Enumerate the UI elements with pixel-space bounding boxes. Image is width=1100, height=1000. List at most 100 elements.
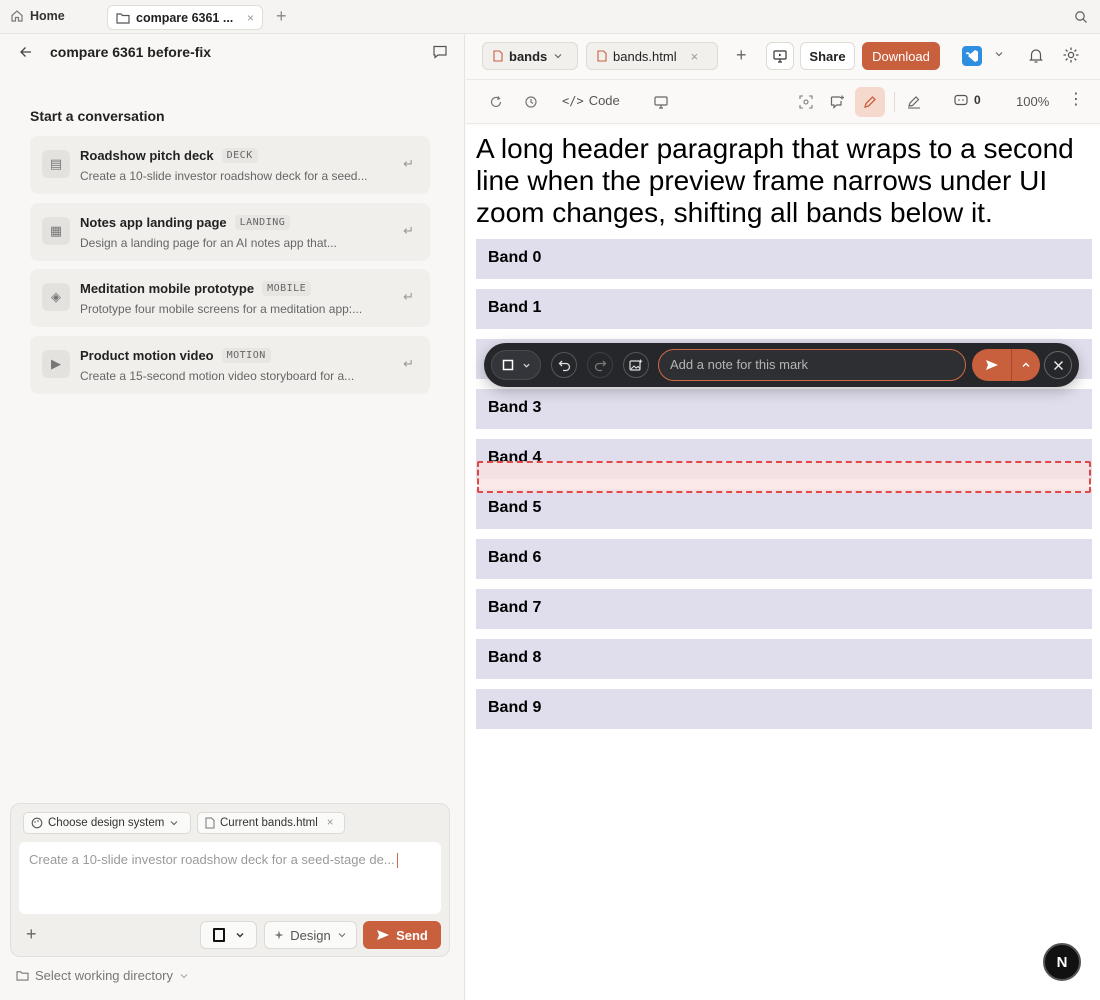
chevron-down-icon (180, 973, 188, 978)
redo-icon[interactable] (587, 352, 613, 378)
note-send-group (972, 349, 1040, 381)
send-label: Send (396, 927, 428, 943)
prompt-input[interactable]: Create a 10-slide investor roadshow deck… (19, 842, 441, 914)
template-card[interactable]: ◈ Meditation mobile prototype MOBILE Protot… (30, 269, 430, 327)
design-mode-label: Design (290, 927, 331, 943)
chat-bubble-icon[interactable] (432, 44, 448, 60)
nextjs-dev-badge[interactable]: N (1043, 943, 1081, 981)
preview-band: Band 3 (476, 389, 1092, 429)
search-icon[interactable] (1074, 10, 1088, 27)
comment-counter[interactable]: 0 (954, 93, 981, 107)
chevron-down-icon (554, 54, 562, 59)
comment-add-icon[interactable] (828, 93, 846, 111)
template-card[interactable]: ▦ Notes app landing page LANDING Design a l… (30, 202, 430, 261)
undo-icon[interactable] (551, 352, 577, 378)
reload-icon[interactable] (487, 93, 505, 111)
share-button[interactable]: Share (800, 42, 855, 70)
history-icon[interactable] (522, 93, 540, 111)
working-directory-label: Select working directory (35, 968, 173, 983)
template-badge: DECK (221, 148, 258, 163)
code-icon: </> (562, 93, 584, 108)
selected-mark-region[interactable] (477, 461, 1091, 493)
preview-frame: A long header paragraph that wraps to a … (466, 125, 1100, 1000)
attach-button[interactable]: + (26, 925, 37, 943)
zoom-level[interactable]: 100% (1016, 94, 1049, 109)
template-card-description: Design a landing page for an AI notes ap… (80, 235, 337, 250)
mode-select[interactable] (200, 921, 257, 949)
remove-file-icon[interactable]: × (327, 817, 334, 829)
close-tab-icon[interactable]: × (691, 49, 699, 64)
home-icon (11, 10, 23, 22)
note-send-button[interactable] (972, 349, 1012, 381)
file-tab-label: bands.html (613, 48, 677, 64)
palette-icon (31, 817, 43, 829)
template-card-name: Notes app landing page (80, 214, 227, 230)
close-note-bar-icon[interactable] (1044, 351, 1072, 379)
grid-icon: ▦ (42, 216, 70, 245)
enter-icon: ↵ (403, 222, 414, 238)
file-tab-bar: bands bands.html × + Share Download (466, 34, 1100, 80)
template-card-description: Create a 10-slide investor roadshow deck… (80, 169, 368, 183)
bell-icon[interactable] (1028, 47, 1044, 64)
text-caret (396, 853, 398, 869)
mark-tool-button[interactable] (855, 87, 885, 117)
edit-icon[interactable] (905, 93, 923, 111)
more-options-icon[interactable]: ⋮ (1068, 92, 1084, 108)
template-card[interactable]: ▶ Product motion video MOTION Create a 15-s… (30, 335, 430, 394)
preview-band: Band 9 (476, 689, 1092, 729)
file-icon (205, 817, 215, 829)
close-tab-icon[interactable]: × (247, 11, 254, 25)
desktop-icon[interactable] (652, 93, 670, 111)
vscode-icon[interactable] (962, 46, 982, 66)
code-label: Code (588, 93, 620, 108)
screenshot-icon[interactable] (797, 93, 815, 111)
working-directory-select[interactable]: Select working directory (16, 968, 189, 983)
template-card-title: Product motion video MOTION (80, 347, 271, 363)
gear-icon[interactable] (1062, 46, 1080, 64)
folder-icon (16, 971, 29, 981)
file-tab-bands[interactable]: bands (482, 42, 578, 70)
design-mode-button[interactable]: Design (264, 921, 357, 949)
new-file-button[interactable]: + (736, 45, 747, 66)
doc-tab[interactable]: compare 6361 ... × (107, 5, 263, 30)
start-conversation-label: Start a conversation (30, 108, 165, 124)
download-button[interactable]: Download (862, 42, 940, 70)
design-system-chip[interactable]: Choose design system (23, 812, 191, 834)
frame-icon (212, 928, 225, 942)
diamond-icon: ◈ (42, 283, 70, 311)
home-tab-label: Home (30, 9, 65, 23)
enter-icon: ↵ (403, 289, 414, 304)
chevron-down-icon[interactable] (994, 50, 1004, 58)
note-send-options[interactable] (1012, 349, 1040, 381)
mark-note-input[interactable]: Add a note for this mark (658, 349, 966, 381)
send-icon (985, 360, 998, 370)
send-button[interactable]: Send (363, 921, 441, 949)
comment-icon (954, 94, 968, 105)
preview-band: Band 5 (476, 489, 1092, 529)
composer: Choose design system Current bands.html … (10, 803, 450, 957)
file-chip-label: Current bands.html (220, 817, 318, 829)
home-tab[interactable]: Home (10, 9, 65, 23)
new-tab-button[interactable]: + (276, 7, 287, 25)
file-chip[interactable]: Current bands.html × (197, 812, 345, 834)
preview-toolbar: </> Code 0 100% ⋮ (466, 80, 1100, 124)
template-card-name: Meditation mobile prototype (80, 281, 255, 296)
template-card-title: Meditation mobile prototype MOBILE (80, 281, 312, 296)
rectangle-icon (502, 359, 513, 371)
file-tab-bands-html[interactable]: bands.html × (586, 42, 718, 70)
mark-note-toolbar: Add a note for this mark (484, 343, 1079, 387)
chat-panel: compare 6361 before-fix Start a conversa… (0, 34, 465, 1000)
shape-select[interactable] (491, 350, 541, 380)
monitor-icon (773, 49, 787, 63)
back-arrow-icon[interactable] (18, 44, 34, 60)
chat-header: compare 6361 before-fix (18, 44, 448, 60)
folder-icon (116, 12, 130, 24)
template-card[interactable]: ▤ Roadshow pitch deck DECK Create a 10-slid… (30, 136, 430, 194)
preview-band: Band 8 (476, 639, 1092, 679)
code-button[interactable]: </> Code (562, 93, 620, 108)
template-badge: MOBILE (262, 281, 312, 296)
present-button[interactable] (766, 42, 794, 70)
template-card-name: Roadshow pitch deck (80, 148, 214, 163)
chevron-down-icon (338, 933, 346, 938)
add-image-icon[interactable] (623, 352, 649, 378)
